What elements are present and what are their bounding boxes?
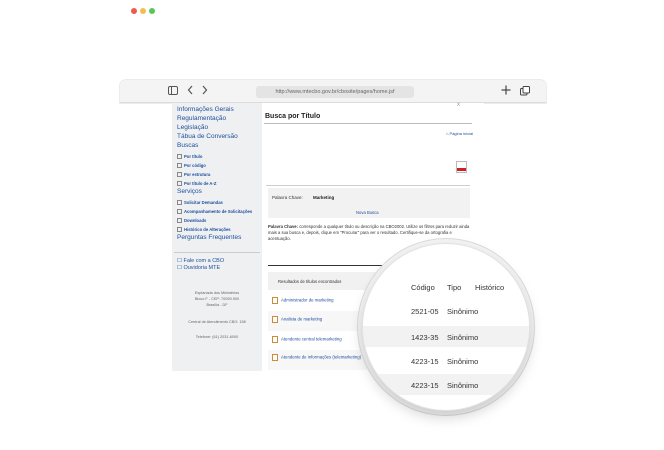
menu-servicos[interactable]: Serviços [177,188,202,196]
tipo-cell: Sinônimo [447,357,479,366]
pdf-icon[interactable] [456,161,467,173]
link-label: Fale com a CBO [183,258,225,264]
codigo-cell: 1423-35 [411,333,439,342]
link-ouvidoria-mte[interactable]: ☐ Ouvidoria MTE [177,265,220,272]
menu-tabua-de-conversao[interactable]: Tábua de Conversão [177,133,238,141]
address-line-2: Bloco F - CEP: 70059-900 [194,297,240,301]
bullet-icon [177,172,182,178]
codigo-cell: 4223-15 [411,381,439,390]
address-line-1: Esplanada dos Ministérios [194,291,240,295]
address-line-3: Brasília - DF [206,303,228,307]
sidebar-icon[interactable] [168,86,178,98]
document-icon [272,354,278,361]
palavra-chave-label: Palavra Chave: [272,195,303,200]
submenu-acompanhamento[interactable]: Acompanhamento de Solicitações [177,209,253,215]
tipo-cell: Sinônimo [447,307,479,316]
new-tab-icon[interactable] [501,85,511,98]
bullet-icon [177,218,182,224]
result-label: Administrador de marketing [281,297,334,303]
column-header-tipo: Tipo [447,283,462,292]
submenu-por-codigo[interactable]: Por código [177,163,206,169]
column-header-historico: Histórico [475,283,505,292]
section-divider [266,185,470,186]
result-label: Analista de marketing [281,316,323,322]
submenu-label: Por título de A-Z [184,181,217,186]
menu-buscas[interactable]: Buscas [177,142,198,150]
table-row[interactable]: 1423-35 Sinônimo [363,326,529,347]
link-label: Ouvidoria MTE [183,265,221,271]
document-icon [272,297,278,304]
tipo-cell: Sinônimo [447,381,479,390]
result-item[interactable]: Analista de marketing [272,316,322,323]
bullet-icon [177,200,182,206]
nova-busca-link[interactable]: Nova Busca [356,210,379,215]
link-fale-com-a-cbo[interactable]: ☐ Fale com a CBO [177,258,224,265]
submenu-por-titulo[interactable]: Por título [177,154,203,160]
address-bar[interactable]: http://www.mtecbo.gov.br/cbosite/pages/h… [256,86,414,98]
minimize-window-button[interactable] [140,8,146,14]
magnifier-lens: Código Tipo Histórico 2521-05 Sinônimo 1… [362,243,530,411]
result-label: Atendente de informações (telemarketing) [281,354,362,360]
table-row[interactable]: 4223-15 Sinônimo [363,374,529,395]
forward-icon[interactable] [201,85,208,98]
document-icon [272,336,278,343]
close-window-button[interactable] [131,8,137,14]
bullet-icon [177,154,182,160]
hint-label: Palavra Chave: [268,224,299,229]
bullet-icon [177,181,182,187]
codigo-cell: 2521-05 [411,307,439,316]
submenu-downloads[interactable]: Downloads [177,218,207,224]
menu-legislacao[interactable]: Legislação [177,124,208,132]
document-icon [272,316,278,323]
submenu-label: Downloads [184,218,207,223]
codigo-cell: 4223-15 [411,357,439,366]
central-atendimento: Central de Atendimento CBO: 158 [188,320,246,324]
palavra-chave-value[interactable]: Marketing [313,195,334,200]
submenu-label: Solicitar Demandas [184,200,223,205]
sidebar-divider [174,252,260,253]
result-item[interactable]: Atendente de informações (telemarketing) [272,354,361,361]
result-item[interactable]: Administrador de marketing [272,297,334,304]
tabs-icon[interactable] [520,86,530,99]
page-title: Busca por Título [265,113,321,120]
pagina-inicial-link[interactable]: ⌂ Página inicial [446,131,473,136]
table-row[interactable]: 4223-15 Sinônimo [363,350,529,371]
hint-text: corresponde a qualquer título ou descriç… [268,224,470,241]
results-header: Resultados de títulos encontrados [278,279,342,284]
menu-informacoes-gerais[interactable]: Informações Gerais [177,106,234,114]
submenu-por-titulo-az[interactable]: Por título de A-Z [177,181,217,187]
menu-regulamentacao[interactable]: Regulamentação [177,115,226,123]
result-label: Atendente central telemarketing [281,336,342,342]
tipo-cell: Sinônimo [447,333,479,342]
title-divider [264,123,472,124]
submenu-label: Acompanhamento de Solicitações [184,209,253,214]
submenu-label: Histórico de Alterações [184,227,231,232]
submenu-label: Por estrutura [184,172,211,177]
bullet-icon [177,227,182,233]
pagina-inicial-label: Página inicial [449,131,474,136]
column-header-codigo: Código [411,283,435,292]
submenu-label: Por título [184,154,203,159]
telefone: Telefone: (61) 2031-6000 [195,335,239,339]
submenu-solicitar-demandas[interactable]: Solicitar Demandas [177,200,223,206]
bullet-icon [177,209,182,215]
maximize-window-button[interactable] [149,8,155,14]
menu-perguntas-frequentes[interactable]: Perguntas Frequentes [177,234,241,242]
search-hint: Palavra Chave: corresponde a qualquer tí… [268,224,472,242]
result-item[interactable]: Atendente central telemarketing [272,336,342,343]
submenu-label: Por código [184,163,206,168]
submenu-historico-alteracoes[interactable]: Histórico de Alterações [177,227,231,233]
submenu-por-estrutura[interactable]: Por estrutura [177,172,211,178]
bullet-icon [177,163,182,169]
close-icon[interactable]: x [457,102,460,108]
table-row[interactable]: 2521-05 Sinônimo [363,302,529,323]
back-icon[interactable] [187,85,194,98]
